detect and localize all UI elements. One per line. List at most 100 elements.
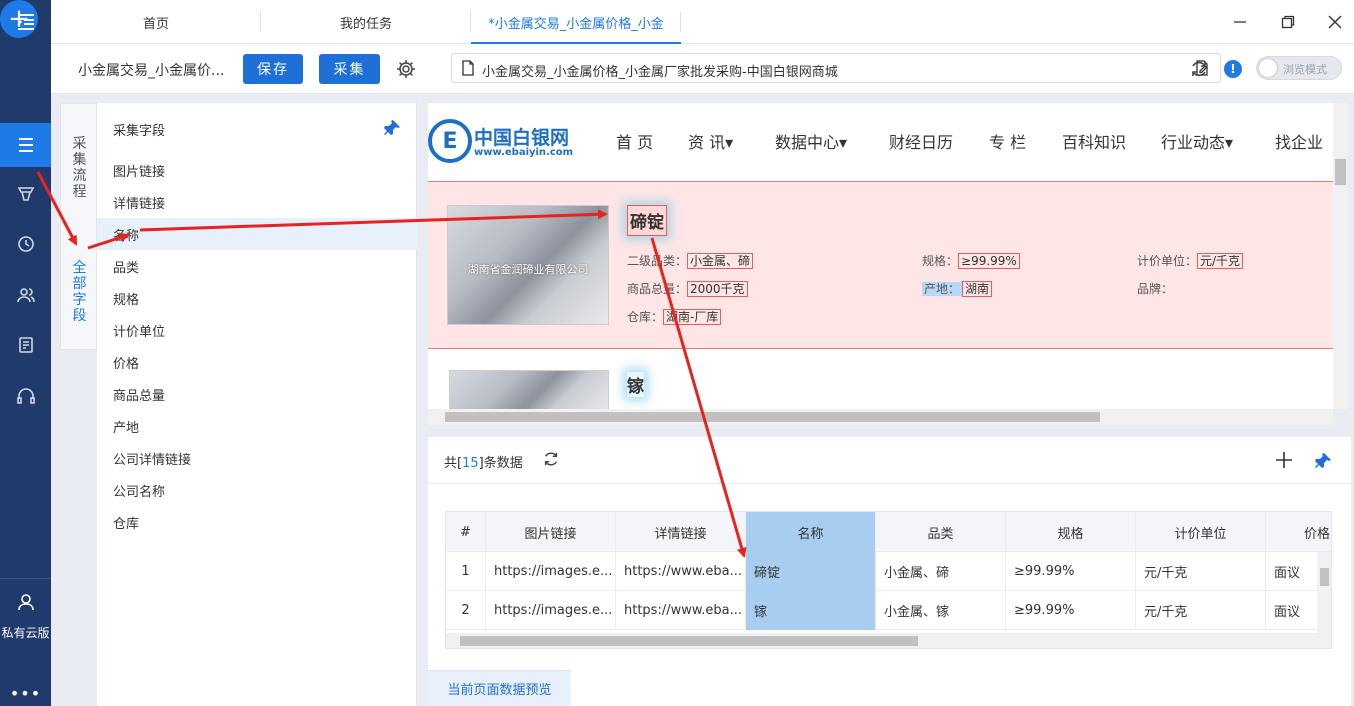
web-view[interactable]: E 中国白银网 www.ebaiyin.com 首 页 资 讯▾ 数据中心▾ 财…: [428, 103, 1333, 425]
attr-unit: 计价单位： 元/千克: [1137, 252, 1244, 269]
site-nav-item[interactable]: 百科知识: [1062, 129, 1126, 153]
product-title[interactable]: 镓: [627, 372, 644, 397]
site-logo-icon[interactable]: E: [428, 119, 472, 163]
product-card-highlighted[interactable]: 湖南省金润碲业有限公司 碲锭 二级品类： 小金属、碲 规格： ≥99.99% 计价单…: [428, 181, 1333, 349]
site-nav-item[interactable]: 首 页: [616, 129, 653, 153]
table-cell[interactable]: 碲锭: [746, 552, 876, 591]
table-cell[interactable]: 小金属、镓: [876, 591, 1006, 630]
task-name[interactable]: 小金属交易_小金属价...: [78, 60, 224, 80]
add-column-icon[interactable]: [1274, 450, 1294, 470]
field-item[interactable]: 仓库: [97, 506, 417, 538]
browse-mode-toggle[interactable]: 浏览模式: [1256, 56, 1342, 80]
web-horizontal-scrollbar[interactable]: [428, 409, 1333, 425]
table-horizontal-scroll-thumb[interactable]: [460, 636, 918, 646]
table-row[interactable]: 1 https://images.e... https://www.eba...…: [446, 552, 1331, 591]
users-icon[interactable]: [0, 273, 51, 317]
tab-collect-flow[interactable]: 采 集 流 程: [61, 136, 98, 200]
user-icon[interactable]: [0, 582, 51, 622]
rail-divider: [0, 578, 51, 579]
site-nav-item[interactable]: 找企业: [1275, 129, 1323, 153]
tab-my-tasks[interactable]: 我的任务: [261, 0, 471, 44]
tab-page-data-preview[interactable]: 当前页面数据预览: [428, 670, 571, 706]
settings-gear-icon[interactable]: [395, 58, 417, 80]
web-vertical-scrollbar[interactable]: [1333, 103, 1348, 409]
save-button[interactable]: 保存: [243, 54, 303, 84]
more-icon[interactable]: •••: [0, 684, 51, 703]
document-icon[interactable]: [0, 323, 51, 367]
column-header[interactable]: 价格: [1266, 512, 1331, 552]
site-nav-item[interactable]: 财经日历: [889, 129, 953, 153]
headset-icon[interactable]: [0, 374, 51, 418]
table-row[interactable]: 2 https://images.e... https://www.eba...…: [446, 591, 1331, 630]
column-header[interactable]: 详情链接: [616, 512, 746, 552]
site-nav-item[interactable]: 数据中心▾: [775, 129, 847, 153]
refresh-data-icon[interactable]: [542, 450, 560, 468]
field-item[interactable]: 详情链接: [97, 186, 417, 218]
table-cell[interactable]: ≥99.99%: [1006, 552, 1136, 591]
field-item[interactable]: 计价单位: [97, 314, 417, 346]
table-cell[interactable]: https://images.e...: [486, 591, 616, 630]
record-count: 共[15]条数据: [444, 452, 523, 471]
filter-icon[interactable]: [0, 172, 51, 216]
table-cell[interactable]: https://images.e...: [486, 552, 616, 591]
table-cell[interactable]: 镓: [746, 591, 876, 630]
site-logo-text[interactable]: 中国白银网: [474, 123, 569, 150]
pin-icon[interactable]: [1314, 452, 1332, 470]
field-item[interactable]: 品类: [97, 250, 417, 282]
tab-current-task[interactable]: *小金属交易_小金属价格_小金: [471, 0, 681, 44]
field-item[interactable]: 产地: [97, 410, 417, 442]
attr-value[interactable]: 湖南: [962, 281, 993, 297]
site-nav-item[interactable]: 专 栏: [989, 129, 1026, 153]
tab-all-fields[interactable]: 全 部 字 段: [61, 260, 98, 324]
column-header[interactable]: 规格: [1006, 512, 1136, 552]
attr-value[interactable]: 2000千克: [687, 281, 748, 297]
url-text[interactable]: 小金属交易_小金属价格_小金属厂家批发采购-中国白银网商城: [482, 61, 838, 80]
table-vertical-scrollbar[interactable]: [1317, 552, 1331, 633]
attr-value[interactable]: 小金属、碲: [687, 253, 754, 269]
menu-collapse-icon[interactable]: [0, 0, 51, 44]
product-image[interactable]: 湖南省金润碲业有限公司: [447, 205, 609, 325]
table-vertical-scroll-thumb[interactable]: [1320, 568, 1329, 586]
table-cell[interactable]: 元/千克: [1136, 552, 1266, 591]
column-header-selected[interactable]: 名称: [746, 512, 876, 552]
restore-icon[interactable]: [1276, 10, 1300, 34]
attr-value[interactable]: ≥99.99%: [958, 253, 1020, 269]
column-header[interactable]: 品类: [876, 512, 1006, 552]
table-horizontal-scrollbar[interactable]: [446, 633, 1331, 648]
table-header: # 图片链接 详情链接 名称 品类 规格 计价单位 价格: [446, 512, 1331, 552]
collect-button[interactable]: 采集: [319, 54, 380, 84]
table-cell[interactable]: ≥99.99%: [1006, 591, 1136, 630]
field-item[interactable]: 图片链接: [97, 154, 417, 186]
info-icon[interactable]: !: [1224, 60, 1242, 78]
all-fields-char: 全: [72, 260, 87, 276]
product-title[interactable]: 碲锭: [627, 205, 667, 236]
table-cell[interactable]: 小金属、碲: [876, 552, 1006, 591]
column-header[interactable]: 计价单位: [1136, 512, 1266, 552]
column-header[interactable]: 图片链接: [486, 512, 616, 552]
task-list-icon[interactable]: [0, 123, 51, 167]
refresh-icon[interactable]: [1189, 59, 1209, 79]
table-cell[interactable]: https://www.eba...: [616, 552, 746, 591]
site-header: E 中国白银网 www.ebaiyin.com 首 页 资 讯▾ 数据中心▾ 财…: [428, 103, 1333, 173]
field-item-selected[interactable]: 名称: [97, 218, 417, 250]
web-vertical-scroll-thumb[interactable]: [1335, 159, 1346, 185]
table-cell[interactable]: 元/千克: [1136, 591, 1266, 630]
minimize-icon[interactable]: [1228, 10, 1252, 34]
field-item[interactable]: 规格: [97, 282, 417, 314]
table-cell[interactable]: https://www.eba...: [616, 591, 746, 630]
column-header[interactable]: #: [446, 512, 486, 552]
field-item[interactable]: 公司名称: [97, 474, 417, 506]
field-item[interactable]: 商品总量: [97, 378, 417, 410]
attr-value[interactable]: 元/千克: [1197, 253, 1244, 269]
url-bar[interactable]: 小金属交易_小金属价格_小金属厂家批发采购-中国白银网商城: [451, 53, 1221, 83]
pin-icon[interactable]: [383, 119, 401, 137]
site-nav-item[interactable]: 行业动态▾: [1161, 129, 1233, 153]
field-item[interactable]: 公司详情链接: [97, 442, 417, 474]
close-icon[interactable]: [1323, 10, 1347, 34]
schedule-icon[interactable]: [0, 222, 51, 266]
web-horizontal-scroll-thumb[interactable]: [445, 412, 1100, 422]
attr-value[interactable]: 湖南-厂库: [663, 309, 722, 325]
field-item[interactable]: 价格: [97, 346, 417, 378]
tab-home[interactable]: 首页: [51, 0, 261, 44]
site-nav-item[interactable]: 资 讯▾: [688, 129, 733, 153]
